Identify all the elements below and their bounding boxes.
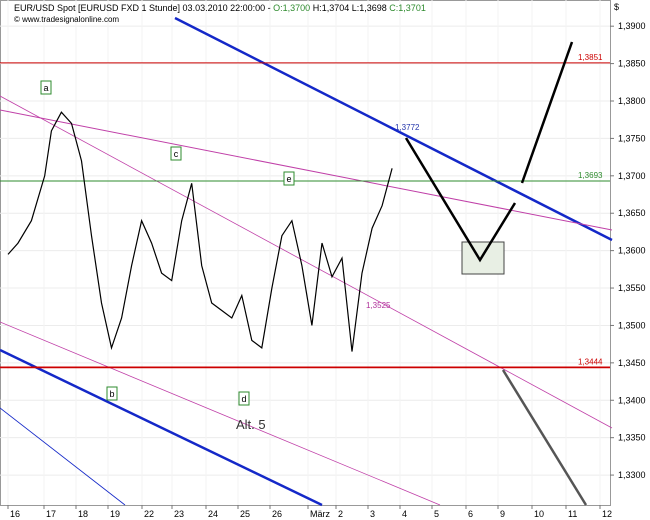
y-tick-label: 1,3400: [618, 395, 646, 405]
x-tick-label: 3: [370, 509, 375, 519]
header-low: L:1,3698: [352, 3, 387, 13]
lower-magenta-line: [0, 321, 441, 506]
alt-annotation: Alt. 5: [236, 417, 266, 432]
x-tick-label: 12: [602, 509, 612, 519]
target-box: [461, 241, 505, 275]
price-line: [7, 111, 393, 352]
header-instrument: EUR/USD Spot [EURUSD FXD 1 Stunde] 03.03…: [14, 3, 273, 13]
upper-magenta-line: [0, 109, 613, 231]
wave-label-a: a: [43, 83, 48, 93]
y-tick-label: 1,3700: [618, 171, 646, 181]
x-tick-label: 2: [338, 509, 343, 519]
source-label: © www.tradesignalonline.com: [14, 15, 119, 24]
price-chart: 1,3851 1,3693 1,3444 1,3772 1,3525 a b c d e Alt.…: [0, 0, 646, 519]
svg-text:EUR/USD Spot [EURUSD FXD 1 St: EUR/USD Spot [EURUSD FXD 1 Stunde] 03.03…: [14, 3, 426, 13]
header-open: O:1,3700: [273, 3, 310, 13]
x-tick-label: 16: [10, 509, 20, 519]
trendlines: [0, 16, 613, 507]
x-tick-label: 5: [434, 509, 439, 519]
y-tick-label: 1,3550: [618, 283, 646, 293]
x-tick-label: 17: [46, 509, 56, 519]
x-tick-label: 6: [468, 509, 473, 519]
x-tick-label: 9: [500, 509, 505, 519]
x-tick-label: 11: [568, 509, 577, 519]
x-tick-label: 19: [110, 509, 120, 519]
x-tick-label: 23: [174, 509, 184, 519]
wave-label-c: c: [174, 149, 179, 159]
y-tick-label: 1,3600: [618, 246, 646, 256]
x-tick-label: 22: [144, 509, 154, 519]
y-tick-label: 1,3850: [618, 59, 646, 69]
level-label-0: 1,3851: [578, 53, 603, 62]
currency-symbol: $: [614, 2, 619, 12]
wave-label-d: d: [241, 394, 246, 404]
header-close: C:1,3701: [389, 3, 426, 13]
x-tick-label: März: [310, 509, 330, 519]
header-high: H:1,3704: [313, 3, 350, 13]
y-tick-label: 1,3900: [618, 21, 646, 31]
y-tick-label: 1,3450: [618, 358, 646, 368]
y-tick-label: 1,3300: [618, 470, 646, 480]
y-tick-label: 1,3750: [618, 133, 646, 143]
level-label-2: 1,3444: [578, 357, 603, 366]
level-label-1: 1,3693: [578, 171, 603, 180]
chart-labels: 1,3772 1,3525 a b c d e Alt. 5: [40, 80, 420, 432]
chart-grid: [0, 0, 611, 506]
x-tick-label: 26: [272, 509, 282, 519]
wave-label-e: e: [286, 174, 291, 184]
wave-label-b: b: [109, 389, 114, 399]
point-label-0: 1,3772: [395, 123, 420, 132]
x-tick-label: 24: [208, 509, 218, 519]
y-tick-label: 1,3800: [618, 96, 646, 106]
point-label-1: 1,3525: [366, 301, 391, 310]
x-tick-label: 10: [534, 509, 544, 519]
x-tick-label: 4: [402, 509, 407, 519]
lower-channel-line: [0, 348, 323, 507]
forecast-path: [404, 41, 588, 506]
lower-thin-blue-line: [0, 407, 126, 506]
price-series: [7, 111, 393, 352]
y-tick-label: 1,3350: [618, 433, 646, 443]
y-tick-label: 1,3650: [618, 208, 646, 218]
y-tick-label: 1,3500: [618, 320, 646, 330]
x-tick-label: 18: [78, 509, 88, 519]
x-tick-label: 25: [240, 509, 250, 519]
horizontal-levels: 1,3851 1,3693 1,3444: [0, 53, 610, 369]
plot-frame: [0, 0, 611, 506]
middle-magenta-line: [0, 95, 613, 429]
upper-channel-line: [174, 16, 613, 242]
